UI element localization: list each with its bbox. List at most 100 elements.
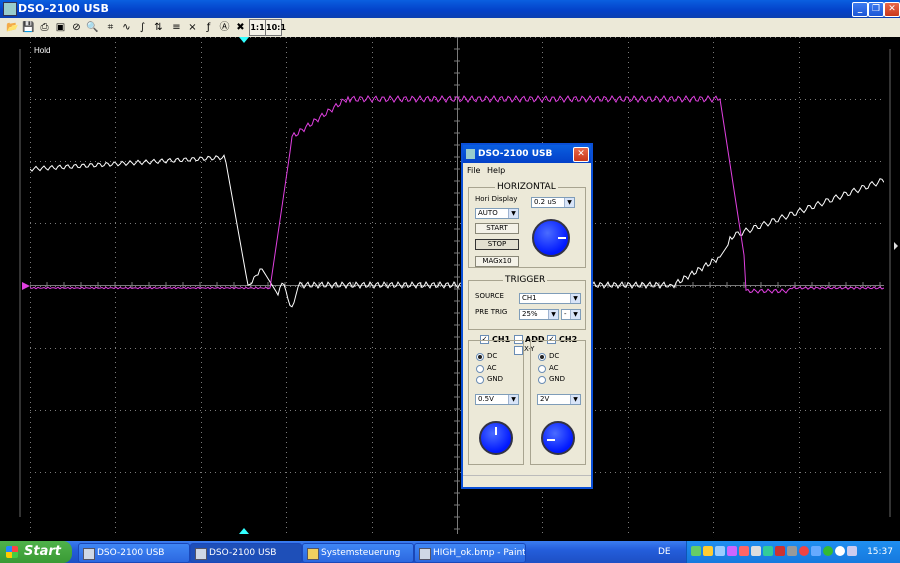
ch2-gnd-radio[interactable]: [538, 376, 546, 384]
start-button[interactable]: Start: [0, 541, 72, 563]
cursor-icon[interactable]: ⌗: [102, 19, 119, 36]
task-label: Systemsteuerung: [321, 548, 401, 558]
pretrig-select[interactable]: 25% ▼: [519, 309, 559, 320]
clear-icon[interactable]: ⊘: [68, 19, 85, 36]
stop-button[interactable]: STOP: [475, 239, 519, 250]
timebase-select[interactable]: 0.2 uS ▼: [531, 197, 575, 208]
tray-icon[interactable]: [751, 546, 761, 556]
fft-icon[interactable]: ƒ: [200, 19, 217, 36]
close-x-icon[interactable]: ×: [184, 19, 201, 36]
dialog-close-button[interactable]: ✕: [573, 147, 589, 162]
ch2-volts-select[interactable]: 2V ▼: [537, 394, 581, 405]
tray-icon[interactable]: [835, 546, 845, 556]
print-preview-icon[interactable]: ▣: [52, 19, 69, 36]
knob-indicator: [558, 237, 566, 239]
volume-icon[interactable]: [847, 546, 857, 556]
ch1-volts-value: 0.5V: [478, 395, 494, 403]
tray-icon[interactable]: [799, 546, 809, 556]
pretrig-value: 25%: [522, 310, 538, 318]
tray-icon[interactable]: [763, 546, 773, 556]
toolbar: 📂 💾 ⎙ ▣ ⊘ 🔍 ⌗ ∿ ∫ ⇅ ≡ × ƒ Ⓐ ✖ 1:1 10:1: [0, 18, 900, 38]
tray-icon[interactable]: [739, 546, 749, 556]
chevron-down-icon: ▼: [548, 310, 558, 319]
tray-icon[interactable]: [715, 546, 725, 556]
grid-icon[interactable]: ≡: [168, 19, 185, 36]
title-bar: DSO-2100 USB _ ❐ ✕: [0, 0, 900, 18]
ch1-gnd-radio[interactable]: [476, 376, 484, 384]
horizontal-title: HORIZONTAL: [495, 182, 558, 192]
windows-logo-icon: [6, 546, 18, 558]
ch1-volts-knob[interactable]: [479, 421, 513, 455]
ch2-level-marker[interactable]: [22, 282, 30, 290]
ratio-1-button[interactable]: 1:1: [249, 19, 266, 36]
task-label: DSO-2100 USB: [209, 548, 277, 558]
app-icon[interactable]: [3, 2, 17, 16]
tray-icon[interactable]: [811, 546, 821, 556]
tray-icon[interactable]: [691, 546, 701, 556]
math-icon[interactable]: ∫: [134, 19, 151, 36]
trigger-position-marker[interactable]: [239, 37, 249, 43]
tray-icon[interactable]: [775, 546, 785, 556]
knob-indicator: [495, 427, 497, 435]
ch2-volts-knob[interactable]: [541, 421, 575, 455]
task-systemsteuerung[interactable]: Systemsteuerung: [302, 543, 414, 563]
timebase-value: 0.2 uS: [534, 198, 557, 206]
start-button[interactable]: START: [475, 223, 519, 234]
waveform-icon[interactable]: ∿: [118, 19, 135, 36]
dialog-title-bar[interactable]: DSO-2100 USB ✕: [463, 145, 591, 163]
x-icon[interactable]: ✖: [232, 19, 249, 36]
trigger-source-select[interactable]: CH1 ▼: [519, 293, 581, 304]
task-dso-2[interactable]: DSO-2100 USB: [190, 543, 302, 563]
trigger-position-marker-bottom[interactable]: [239, 528, 249, 534]
trigger-source-value: CH1: [522, 294, 537, 302]
language-indicator[interactable]: DE: [658, 541, 671, 563]
window-title: DSO-2100 USB: [18, 2, 109, 15]
ch2-dc-radio[interactable]: [538, 353, 546, 361]
maximize-button[interactable]: ❐: [868, 2, 884, 17]
save-icon[interactable]: 💾: [20, 19, 37, 36]
close-button[interactable]: ✕: [884, 2, 900, 17]
chevron-down-icon: ▼: [570, 310, 580, 319]
task-paint[interactable]: HIGH_ok.bmp - Paint: [414, 543, 526, 563]
print-icon[interactable]: ⎙: [36, 19, 53, 36]
mode-select[interactable]: AUTO ▼: [475, 208, 519, 219]
task-label: DSO-2100 USB: [97, 548, 165, 558]
dialog-app-icon: [466, 149, 475, 159]
ch1-ac-radio[interactable]: [476, 365, 484, 373]
ch2-gnd-label: GND: [549, 375, 566, 383]
trigger-group: TRIGGER SOURCE CH1 ▼ PRE TRIG 25% ▼ - ▼: [468, 275, 586, 330]
ch1-group: DC AC GND 0.5V ▼: [468, 340, 524, 465]
chevron-down-icon: ▼: [508, 209, 518, 218]
open-icon[interactable]: 📂: [4, 19, 21, 36]
ch2-ac-radio[interactable]: [538, 365, 546, 373]
timebase-knob[interactable]: [532, 219, 570, 257]
tray-icon[interactable]: [703, 546, 713, 556]
trigger-icon[interactable]: ⇅: [150, 19, 167, 36]
ch1-ac-label: AC: [487, 364, 497, 372]
menu-file[interactable]: File: [467, 166, 480, 175]
menu-help[interactable]: Help: [487, 166, 505, 175]
slope-value: -: [564, 310, 567, 318]
dialog-title: DSO-2100 USB: [478, 149, 553, 159]
trigger-level-marker[interactable]: [894, 242, 898, 250]
tray-icon[interactable]: [823, 546, 833, 556]
tray-icon[interactable]: [787, 546, 797, 556]
paint-icon: [419, 548, 431, 560]
task-dso-1[interactable]: DSO-2100 USB: [78, 543, 190, 563]
ch1-volts-select[interactable]: 0.5V ▼: [475, 394, 519, 405]
system-tray: 15:37: [686, 541, 900, 563]
ch2-dc-label: DC: [549, 352, 560, 360]
minimize-button[interactable]: _: [852, 2, 868, 17]
ratio-10-button[interactable]: 10:1: [265, 19, 286, 36]
math-a-icon[interactable]: Ⓐ: [216, 19, 233, 36]
mag-x10-button[interactable]: MAGx10: [475, 256, 519, 267]
slope-select[interactable]: - ▼: [561, 309, 581, 320]
ch1-gnd-label: GND: [487, 375, 504, 383]
scope-display[interactable]: Hold: [30, 37, 884, 534]
trigger-title: TRIGGER: [503, 275, 548, 285]
ch1-dc-radio[interactable]: [476, 353, 484, 361]
tray-icon[interactable]: [727, 546, 737, 556]
ch2-ac-label: AC: [549, 364, 559, 372]
start-label: Start: [24, 544, 61, 559]
zoom-icon[interactable]: 🔍: [84, 19, 101, 36]
